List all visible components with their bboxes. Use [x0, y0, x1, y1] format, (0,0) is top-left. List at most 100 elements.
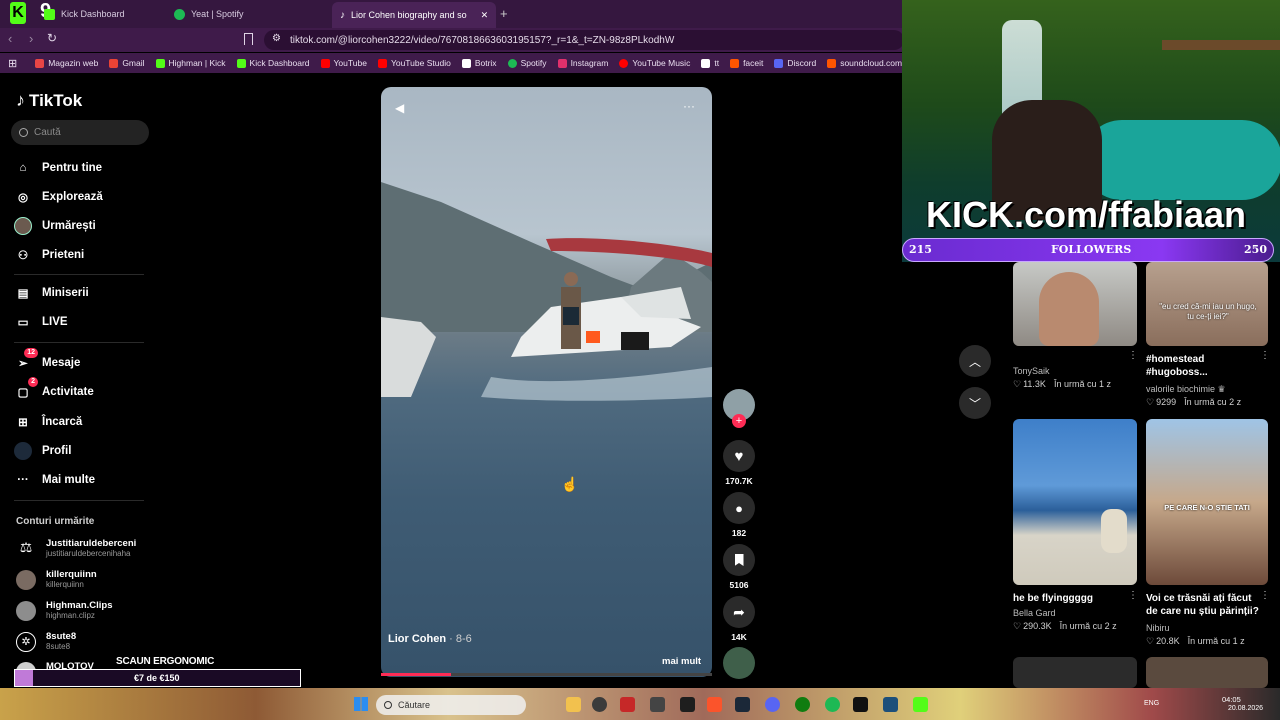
nav-profile[interactable]: Profil: [14, 442, 71, 460]
tab-tiktok-active[interactable]: ♪ Lior Cohen biography and so ✕: [332, 2, 497, 28]
more-vertical-icon[interactable]: ⋮: [1260, 350, 1270, 361]
steam-icon[interactable]: [735, 697, 750, 712]
new-tab-icon[interactable]: +: [500, 6, 508, 21]
bookmark-item[interactable]: Botrix: [461, 58, 497, 68]
nav-live[interactable]: ▭ LIVE: [14, 313, 68, 331]
bookmark-item[interactable]: YouTube: [320, 58, 367, 68]
more-description-link[interactable]: mai mult: [662, 656, 701, 667]
reload-icon[interactable]: ↻: [47, 31, 57, 45]
taskbar-search[interactable]: Căutare: [376, 695, 526, 715]
related-username[interactable]: valorile biochimie ♛: [1146, 384, 1226, 395]
video-author[interactable]: Lior Cohen · 8-6: [388, 633, 472, 645]
taskbar-search-label: Căutare: [398, 700, 431, 710]
following-account[interactable]: ⚖ Justitiaruldeberceni justitiaruldebercen…: [16, 539, 137, 559]
tab-spotify[interactable]: Yeat | Spotify: [174, 4, 244, 24]
bookmark-item[interactable]: Spotify: [507, 58, 547, 68]
bookmark-item[interactable]: Kick Dashboard: [236, 58, 310, 68]
related-video-thumb[interactable]: [1013, 657, 1137, 688]
bookmark-item[interactable]: Highman | Kick: [155, 58, 226, 68]
like-button[interactable]: ♥: [723, 440, 755, 472]
url-field[interactable]: ⚙ tiktok.com/@liorcohen3222/video/767081…: [264, 30, 904, 50]
comment-button[interactable]: ●: [723, 492, 755, 524]
next-video-button[interactable]: ﹀: [959, 387, 991, 419]
bookmark-item[interactable]: YouTube Studio: [377, 58, 451, 68]
spotify-icon[interactable]: [825, 697, 840, 712]
brave-icon[interactable]: [707, 697, 722, 712]
related-title[interactable]: Voi ce trăsnăi ați făcut de care nu știu…: [1146, 592, 1260, 618]
chrome-icon[interactable]: [592, 697, 607, 712]
volume-icon[interactable]: ◀: [395, 101, 404, 115]
bookmark-star-icon[interactable]: [244, 33, 253, 45]
related-video-thumb[interactable]: "eu cred că-mi iau un hugo, tu ce-ți iei…: [1146, 262, 1268, 346]
nav-explore[interactable]: ◎ Explorează: [14, 188, 103, 206]
video-player[interactable]: ◀ ··· ☝: [381, 87, 712, 677]
nav-friends[interactable]: ⚇ Prieteni: [14, 246, 84, 264]
bookmark-item[interactable]: Instagram: [557, 58, 608, 68]
related-title[interactable]: #homestead #hugoboss...: [1146, 353, 1258, 379]
following-account[interactable]: ✲ 8sute8 8sute8: [16, 632, 76, 652]
bookmark-item[interactable]: tt: [701, 58, 719, 68]
taskbar-language[interactable]: ENG: [1144, 700, 1159, 707]
bookmark-item[interactable]: faceit: [730, 58, 763, 68]
nav-label: Explorează: [42, 191, 103, 203]
nav-miniseries[interactable]: ▤ Miniserii: [14, 284, 89, 302]
bookmark-item[interactable]: Gmail: [109, 58, 145, 68]
search-input[interactable]: Caută: [11, 120, 149, 145]
related-username[interactable]: Bella Gard: [1013, 608, 1056, 618]
stream-goal-label: SCAUN ERGONOMIC: [116, 656, 215, 667]
bookmarks-bar: ⊞ Magazin web Gmail Highman | Kick Kick …: [0, 53, 902, 73]
music-disc[interactable]: [723, 647, 755, 679]
nav-upload[interactable]: ⊞ Încarcă: [14, 413, 82, 431]
related-username[interactable]: TonySaik: [1013, 366, 1050, 376]
app-icon[interactable]: [650, 697, 665, 712]
following-account[interactable]: Highman.Clips highman.clipz: [16, 601, 113, 621]
share-button[interactable]: ➦: [723, 596, 755, 628]
tiktok-logo[interactable]: ♪ TikTok: [16, 90, 82, 111]
nav-following[interactable]: Urmărești: [14, 217, 96, 235]
following-account[interactable]: killerquiinn killerquiinn: [16, 570, 97, 590]
tab-kick-dashboard[interactable]: Kick Dashboard: [44, 4, 125, 24]
related-title[interactable]: he be flyinggggg: [1013, 592, 1125, 605]
taskbar-date[interactable]: 20.08.2026: [1228, 705, 1263, 712]
bookmark-item[interactable]: YouTube Music: [619, 58, 690, 68]
file-explorer-icon[interactable]: [566, 697, 581, 712]
terminal-icon[interactable]: [680, 697, 695, 712]
bookmark-item[interactable]: soundcloud.com/: [827, 58, 902, 68]
xbox-icon[interactable]: [795, 697, 810, 712]
mouse-cursor-icon: ☝: [561, 476, 579, 492]
nav-for-you[interactable]: ⌂ Pentru tine: [14, 159, 103, 177]
related-video-thumb[interactable]: [1013, 419, 1137, 585]
app-icon[interactable]: [620, 697, 635, 712]
forward-icon[interactable]: ›: [29, 31, 33, 46]
close-tab-icon[interactable]: ✕: [481, 10, 489, 21]
save-button[interactable]: [723, 544, 755, 576]
related-video-thumb[interactable]: PE CARE N-O ȘTIE TATI: [1146, 419, 1268, 585]
more-options-icon[interactable]: ···: [683, 99, 695, 113]
more-vertical-icon[interactable]: ⋮: [1260, 590, 1270, 601]
follow-plus-icon[interactable]: +: [732, 414, 746, 428]
discord-icon[interactable]: [765, 697, 780, 712]
related-username[interactable]: Nibiru: [1146, 623, 1170, 633]
app-icon[interactable]: [883, 697, 898, 712]
previous-video-button[interactable]: ︿: [959, 345, 991, 377]
stream-goal-fill: [15, 670, 33, 686]
nav-activity[interactable]: ▢ 2 Activitate: [14, 377, 94, 401]
taskbar-time[interactable]: 04:05: [1222, 695, 1241, 704]
related-video-thumb[interactable]: [1013, 262, 1137, 346]
nav-more[interactable]: ··· Mai multe: [14, 471, 95, 489]
more-vertical-icon[interactable]: ⋮: [1128, 590, 1138, 601]
back-icon[interactable]: ‹: [8, 31, 12, 46]
kick-icon[interactable]: [913, 697, 928, 712]
related-video-thumb[interactable]: [1146, 657, 1268, 688]
bookmark-item[interactable]: Discord: [774, 58, 816, 68]
bookmark-item[interactable]: Magazin web: [35, 58, 98, 68]
more-vertical-icon[interactable]: ⋮: [1128, 350, 1138, 361]
upload-icon: ⊞: [18, 417, 28, 429]
apps-grid-icon[interactable]: ⊞: [8, 57, 17, 70]
nav-messages[interactable]: ➢ 12 Mesaje: [14, 348, 80, 372]
tiktok-logo-text: TikTok: [29, 90, 83, 110]
capcut-icon[interactable]: [853, 697, 868, 712]
site-info-icon[interactable]: ⚙: [272, 33, 281, 44]
windows-start-icon[interactable]: [354, 697, 368, 711]
stream-goal-price: €7 de €150: [134, 673, 180, 683]
